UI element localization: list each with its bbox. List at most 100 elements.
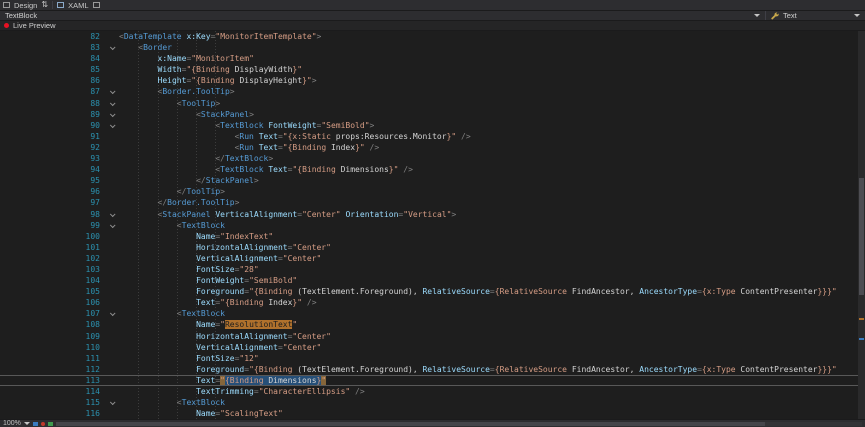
code-line[interactable]: 113 Text="{Binding Dimensions}" [0,375,865,386]
fold-chevron-icon[interactable] [104,209,119,220]
line-number: 109 [0,331,104,342]
split-indicator-icon [33,422,38,426]
code-token: </ [177,187,187,196]
code-line[interactable]: 108 Name="ResolutionText" [0,319,865,330]
code-line[interactable]: 89 <StackPanel> [0,109,865,120]
fold-chevron-icon[interactable] [104,86,119,97]
code-line[interactable]: 93 </TextBlock> [0,153,865,164]
record-dot-icon [4,23,9,28]
code-token [119,121,215,130]
line-number: 86 [0,75,104,86]
code-token: }" [447,132,457,141]
code-line[interactable]: 109 HorizontalAlignment="Center" [0,331,865,342]
code-token: " [321,376,326,385]
code-line[interactable]: 102 VerticalAlignment="Center" [0,253,865,264]
code-line[interactable]: 88 <ToolTip> [0,98,865,109]
zoom-level[interactable]: 100% [3,420,21,427]
split-pane-icon[interactable] [93,2,100,8]
code-token: DisplayHeight [239,76,302,85]
fold-chevron-icon[interactable] [104,109,119,120]
code-token: ToolTip [182,99,216,108]
code-line[interactable]: 100 Name="IndexText" [0,231,865,242]
code-token: Height [158,76,187,85]
code-line[interactable]: 112 Foreground="{Binding (TextElement.Fo… [0,364,865,375]
code-line[interactable]: 98 <StackPanel VerticalAlignment="Center… [0,209,865,220]
scrollbar-thumb[interactable] [56,422,765,426]
swap-panes-icon[interactable]: ⇅ [41,1,48,9]
code-line[interactable]: 83 <Border [0,42,865,53]
fold-chevron-icon[interactable] [104,220,119,231]
code-token: /> [403,165,413,174]
code-line[interactable]: 94 <TextBlock Text="{Binding Dimensions}… [0,164,865,175]
code-line[interactable]: 91 <Run Text="{x:Static props:Resources.… [0,131,865,142]
code-token: "28" [239,265,258,274]
code-token: {x:Type [702,287,741,296]
code-token [119,354,196,363]
code-token: }}}" [817,365,836,374]
line-number: 101 [0,242,104,253]
chevron-down-icon[interactable] [854,14,860,17]
code-line[interactable]: 111 FontSize="12" [0,353,865,364]
code-line[interactable]: 84 x:Name="MonitorItem" [0,53,865,64]
code-token: {RelativeSource [495,287,572,296]
xaml-tab[interactable]: XAML [68,1,88,10]
code-line[interactable]: 85 Width="{Binding DisplayWidth}" [0,64,865,75]
line-number: 82 [0,31,104,42]
scrollbar-thumb[interactable] [859,178,864,294]
code-line[interactable]: 86 Height="{Binding DisplayHeight}"> [0,75,865,86]
code-line[interactable]: 114 TextTrimming="CharacterEllipsis" /> [0,386,865,397]
fold-chevron-icon[interactable] [104,120,119,131]
code-token: (TextElement.Foreground), [297,287,417,296]
code-line[interactable]: 95 </StackPanel> [0,175,865,186]
code-line[interactable]: 103 FontSize="28" [0,264,865,275]
property-dropdown[interactable]: Text [765,11,865,20]
horizontal-scrollbar[interactable] [56,422,862,426]
code-line[interactable]: 101 HorizontalAlignment="Center" [0,242,865,253]
code-token [119,221,177,230]
code-line[interactable]: 107 <TextBlock [0,308,865,319]
line-number: 85 [0,64,104,75]
code-token [119,265,196,274]
code-editor[interactable]: 82<DataTemplate x:Key="MonitorItemTempla… [0,31,865,419]
fold-chevron-icon[interactable] [104,98,119,109]
chevron-down-icon[interactable] [754,14,760,17]
code-token: TextBlock [182,221,225,230]
fold-chevron-icon[interactable] [104,308,119,319]
code-token: "{Binding [191,76,239,85]
code-token: "SemiBold" [321,121,369,130]
code-line[interactable]: 87 <Border.ToolTip> [0,86,865,97]
code-line[interactable]: 104 FontWeight="SemiBold" [0,275,865,286]
code-line[interactable]: 97 </Border.ToolTip> [0,197,865,208]
code-line[interactable]: 96 </ToolTip> [0,186,865,197]
code-token: ToolTip [186,187,220,196]
code-token [119,332,196,341]
line-number: 90 [0,120,104,131]
code-token: Orientation [345,210,398,219]
code-line[interactable]: 99 <TextBlock [0,220,865,231]
vertical-scrollbar[interactable] [858,31,865,419]
code-token: {x:Type [702,365,741,374]
code-line[interactable]: 90 <TextBlock FontWeight="SemiBold"> [0,120,865,131]
fold-chevron-icon[interactable] [104,42,119,53]
element-dropdown[interactable]: TextBlock [0,11,765,20]
code-line[interactable]: 115 <TextBlock [0,397,865,408]
code-token [119,65,158,74]
error-indicator-icon [41,422,45,426]
live-preview-label[interactable]: Live Preview [13,21,56,30]
code-line[interactable]: 106 Text="{Binding Index}" /> [0,297,865,308]
code-token: {RelativeSource [495,365,572,374]
code-line[interactable]: 116 Name="ScalingText" [0,408,865,419]
code-line[interactable]: 110 VerticalAlignment="Center" [0,342,865,353]
code-token: "Vertical" [403,210,451,219]
code-line[interactable]: 82<DataTemplate x:Key="MonitorItemTempla… [0,31,865,42]
code-line[interactable]: 92 <Run Text="{Binding Index}" /> [0,142,865,153]
code-token: props:Resources.Monitor [336,132,447,141]
fold-chevron-icon[interactable] [104,397,119,408]
line-number: 114 [0,386,104,397]
code-line[interactable]: 105 Foreground="{Binding (TextElement.Fo… [0,286,865,297]
design-tab[interactable]: Design [14,1,37,10]
zoom-chevron-icon[interactable] [24,422,30,425]
code-token: /> [461,132,471,141]
xaml-editor-window: Design ⇅ XAML TextBlock Text Live Previe… [0,0,865,427]
code-token: Text [196,376,215,385]
